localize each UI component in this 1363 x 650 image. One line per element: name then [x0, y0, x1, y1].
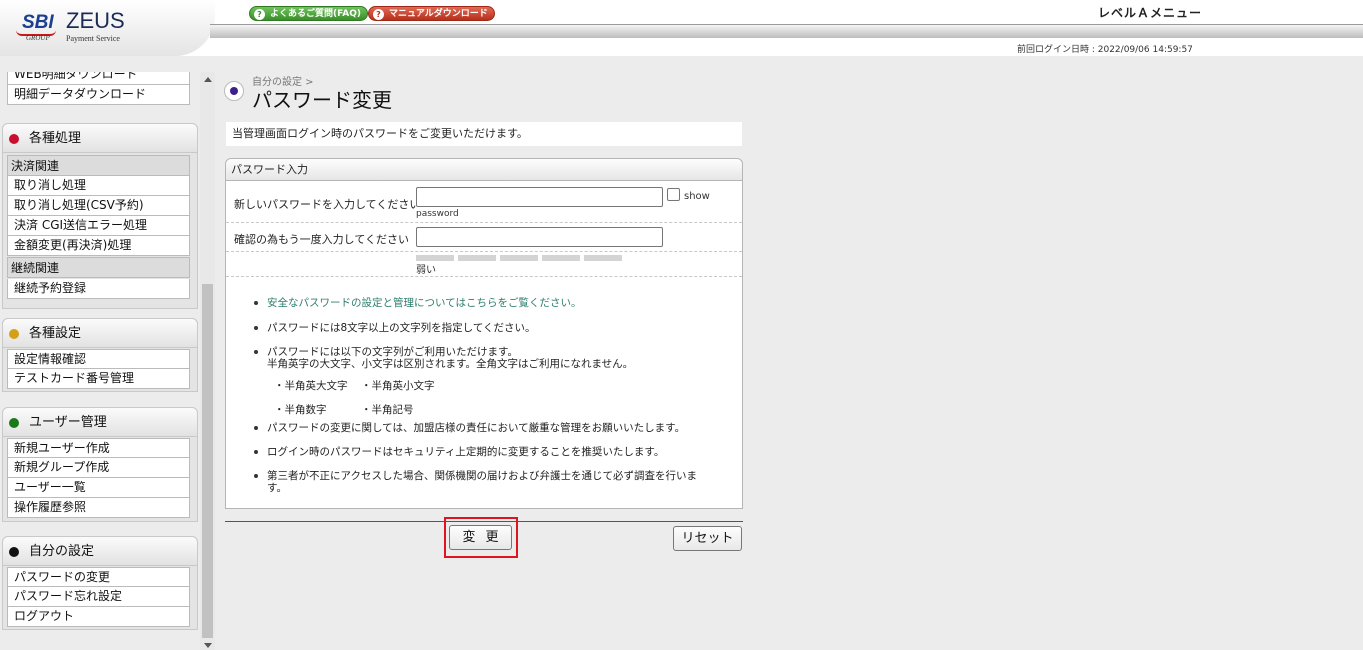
sidebar-group-payment: 決済関連: [7, 155, 190, 176]
show-password-checkbox[interactable]: [667, 188, 680, 201]
scroll-up-arrow-icon[interactable]: [204, 77, 212, 82]
green-dot-icon: [9, 418, 19, 428]
password-strength-label: 弱い: [416, 265, 436, 276]
note-text: す。: [267, 482, 287, 494]
note-text: 第三者が不正にアクセスした場合、関係機関の届けおよび弁護士を通じて必ず調査を行い…: [267, 470, 697, 482]
scroll-down-arrow-icon[interactable]: [204, 643, 212, 648]
new-password-input[interactable]: [416, 187, 663, 207]
show-password-label-2: password: [416, 209, 459, 219]
faq-button[interactable]: ? よくあるご質問(FAQ): [249, 6, 368, 21]
faq-label: よくあるご質問(FAQ): [270, 9, 361, 19]
bullet-icon: [254, 474, 258, 478]
new-password-label: 新しいパスワードを入力してください: [234, 198, 421, 211]
scroll-thumb[interactable]: [202, 284, 213, 638]
last-login-time: 前回ログイン日時 : 2022/09/06 14:59:57: [1017, 45, 1193, 55]
sidebar: WEB明細ダウンロード 明細データダウンロード 各種処理 決済関連 取り消し処理…: [0, 72, 200, 650]
sidebar-section-my-settings-header[interactable]: 自分の設定: [2, 536, 198, 566]
confirm-password-label: 確認の為もう一度入力してください: [234, 233, 410, 246]
sidebar-item-statement-data-download[interactable]: 明細データダウンロード: [7, 85, 190, 105]
sidebar-item-test-card[interactable]: テストカード番号管理: [7, 369, 190, 389]
manual-label: マニュアルダウンロード: [389, 9, 488, 19]
sidebar-item-password-forgot[interactable]: パスワード忘れ設定: [7, 587, 190, 607]
char-type: ・半角英小文字: [361, 380, 435, 392]
note-link-item: 安全なパスワードの設定と管理についてはこちらをご覧ください。: [254, 297, 734, 309]
sidebar-section-title: 各種処理: [29, 131, 82, 146]
sidebar-item-new-group[interactable]: 新規グループ作成: [7, 458, 190, 478]
red-dot-icon: [9, 134, 19, 144]
note-text: パスワードには以下の文字列がご利用いただけます。: [267, 346, 518, 358]
intro-text: 当管理画面ログイン時のパスワードをご変更いただけます。: [226, 122, 742, 146]
header-bar: [210, 24, 1363, 38]
sidebar-section-title: 自分の設定: [29, 544, 95, 559]
confirm-password-input[interactable]: [416, 227, 663, 247]
sidebar-item-cancel-csv[interactable]: 取り消し処理(CSV予約): [7, 196, 190, 216]
note-item: パスワードには以下の文字列がご利用いただけます。: [254, 346, 734, 358]
note-text: パスワードには8文字以上の文字列を指定してください。: [267, 322, 536, 334]
logo-zeus-sub: Payment Service: [66, 34, 120, 43]
row-divider: [226, 222, 742, 223]
sidebar-section-title: ユーザー管理: [29, 415, 107, 430]
sidebar-item-continuous-booking[interactable]: 継続予約登録: [7, 279, 190, 299]
menu-title: レベルＡメニュー: [1098, 6, 1203, 20]
strength-segment: [584, 255, 622, 261]
black-dot-icon: [9, 547, 19, 557]
sidebar-section-users-header[interactable]: ユーザー管理: [2, 407, 198, 437]
logo-zeus: ZEUS: [66, 8, 125, 33]
bullet-icon: [254, 350, 258, 354]
strength-segment: [458, 255, 496, 261]
note-item: ログイン時のパスワードはセキュリティ上定期的に変更することを推奨いたします。: [254, 446, 734, 458]
note-item: パスワードの変更に関しては、加盟店様の責任において厳重な管理をお願いいたします。: [254, 422, 734, 434]
note-item-continued: 半角英字の大文字、小文字は区別されます。全角文字はご利用になれません。: [254, 358, 734, 370]
note-text: ログイン時のパスワードはセキュリティ上定期的に変更することを推奨いたします。: [267, 446, 665, 458]
bullet-icon: [254, 326, 258, 330]
sidebar-item-password-change[interactable]: パスワードの変更: [7, 567, 190, 587]
yellow-dot-icon: [9, 329, 19, 339]
bullet-icon: [254, 450, 258, 454]
sidebar-section-settings-header[interactable]: 各種設定: [2, 318, 198, 348]
row-divider: [226, 251, 742, 252]
sidebar-item-cgi-error[interactable]: 決済 CGI送信エラー処理: [7, 216, 190, 236]
form-heading: パスワード入力: [226, 159, 742, 181]
page-title: パスワード変更: [252, 88, 392, 112]
sidebar-item-new-user[interactable]: 新規ユーザー作成: [7, 438, 190, 458]
logo[interactable]: SBI GROUP ZEUS Payment Service: [0, 0, 215, 56]
show-password-label: show: [684, 191, 710, 202]
question-icon: ?: [254, 9, 265, 20]
question-icon: ?: [373, 9, 384, 20]
header: SBI GROUP ZEUS Payment Service ? よくあるご質問…: [0, 0, 1363, 56]
sidebar-item-amount-change[interactable]: 金額変更(再決済)処理: [7, 236, 190, 256]
strength-segment: [542, 255, 580, 261]
note-item-continued: す。: [254, 482, 734, 494]
sidebar-item-logout[interactable]: ログアウト: [7, 607, 190, 627]
sidebar-item-settings-info[interactable]: 設定情報確認: [7, 349, 190, 369]
note-item: パスワードには8文字以上の文字列を指定してください。: [254, 322, 734, 334]
reset-button[interactable]: リセット: [673, 526, 742, 551]
sidebar-item-cancel[interactable]: 取り消し処理: [7, 176, 190, 196]
strength-segment: [500, 255, 538, 261]
sidebar-item-user-list[interactable]: ユーザー一覧: [7, 478, 190, 498]
char-type: ・半角記号: [361, 404, 414, 416]
sidebar-section-processing-header[interactable]: 各種処理: [2, 123, 198, 153]
note-item: 第三者が不正にアクセスした場合、関係機関の届けおよび弁護士を通じて必ず調査を行い…: [254, 470, 734, 482]
note-text: 半角英字の大文字、小文字は区別されます。全角文字はご利用になれません。: [267, 358, 634, 370]
char-type: ・半角英大文字: [274, 380, 348, 392]
logo-sbi-sub: GROUP: [26, 34, 50, 42]
password-guide-link[interactable]: 安全なパスワードの設定と管理についてはこちらをご覧ください。: [267, 297, 581, 309]
manual-download-button[interactable]: ? マニュアルダウンロード: [368, 6, 495, 21]
change-button[interactable]: 変更: [449, 525, 512, 550]
bullet-icon: [254, 301, 258, 305]
title-bullet-icon: [224, 81, 244, 101]
note-text: パスワードの変更に関しては、加盟店様の責任において厳重な管理をお願いいたします。: [267, 422, 686, 434]
sidebar-item-web-statement-download[interactable]: WEB明細ダウンロード: [7, 72, 190, 85]
row-divider: [226, 276, 742, 277]
sidebar-section-title: 各種設定: [29, 326, 82, 341]
sidebar-group-continuous: 継続関連: [7, 257, 190, 278]
bullet-icon: [254, 426, 258, 430]
sidebar-item-operation-history[interactable]: 操作履歴参照: [7, 498, 190, 518]
sidebar-scrollbar[interactable]: [200, 72, 215, 650]
char-type: ・半角数字: [274, 404, 327, 416]
password-form: パスワード入力 新しいパスワードを入力してください show password …: [225, 158, 743, 509]
